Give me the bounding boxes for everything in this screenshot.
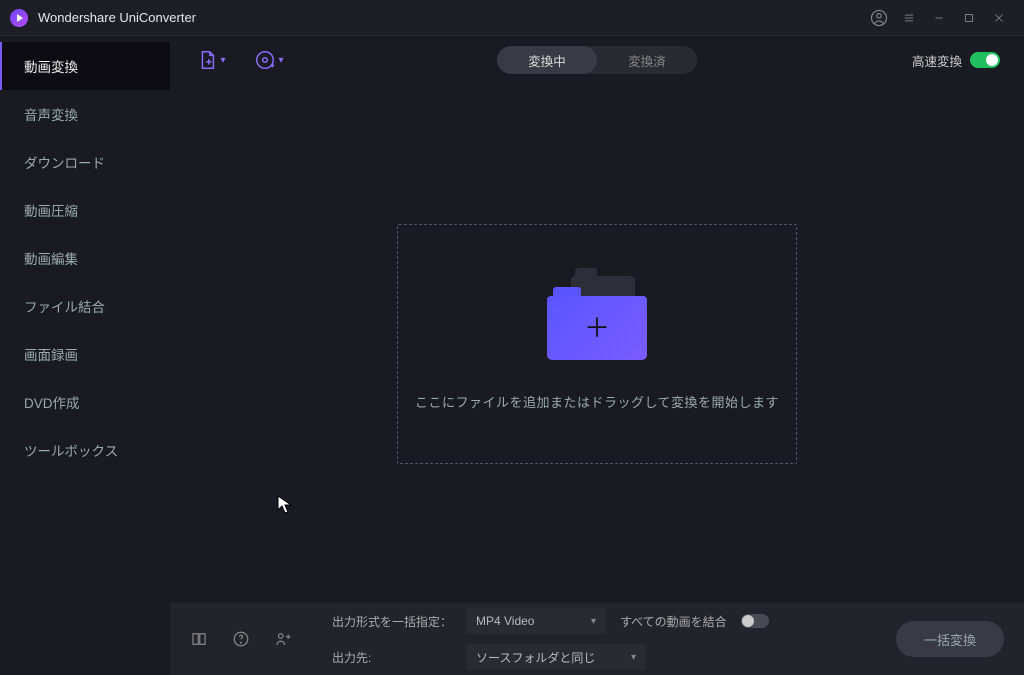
sidebar-item-label: ダウンロード <box>24 152 105 172</box>
sidebar-item-record[interactable]: 画面録画 <box>0 330 170 378</box>
format-dropdown[interactable]: MP4 Video ▾ <box>466 608 606 634</box>
file-dropzone[interactable]: ＋ ここにファイルを追加またはドラッグして変換を開始します <box>397 224 797 464</box>
sidebar-item-label: 音声変換 <box>24 104 78 124</box>
sidebar-item-toolbox[interactable]: ツールボックス <box>0 426 170 474</box>
maximize-button[interactable] <box>954 3 984 33</box>
sidebar: 動画変換 音声変換 ダウンロード 動画圧縮 動画編集 ファイル結合 画面録画 D… <box>0 36 170 675</box>
sidebar-item-label: ファイル結合 <box>24 296 105 316</box>
convert-btn-label: 一括変換 <box>924 630 976 649</box>
sidebar-item-label: ツールボックス <box>24 440 118 460</box>
add-file-icon[interactable]: ▾ <box>194 43 228 77</box>
toolbar: ▾ ▾ 変換中 変換済 高速変換 <box>170 36 1024 84</box>
dest-dropdown[interactable]: ソースフォルダと同じ ▾ <box>466 644 646 670</box>
help-icon[interactable] <box>232 630 250 648</box>
merge-label: すべての動画を結合 <box>620 613 727 630</box>
tab-converting[interactable]: 変換中 <box>497 46 597 74</box>
main-panel: ▾ ▾ 変換中 変換済 高速変換 ＋ ここにファイルを追加またはドラッグして変換… <box>170 36 1024 675</box>
sidebar-item-edit[interactable]: 動画編集 <box>0 234 170 282</box>
chevron-down-icon: ▾ <box>631 652 636 663</box>
dest-label: 出力先: <box>332 649 452 666</box>
tab-label: 変換済 <box>628 51 666 70</box>
dropzone-area: ＋ ここにファイルを追加またはドラッグして変換を開始します <box>170 84 1024 603</box>
format-value: MP4 Video <box>476 614 534 628</box>
app-logo <box>10 9 28 27</box>
sidebar-item-label: 画面録画 <box>24 344 78 364</box>
menu-icon[interactable] <box>894 3 924 33</box>
add-disc-icon[interactable]: ▾ <box>252 43 286 77</box>
bottom-bar: 出力形式を一括指定： MP4 Video ▾ すべての動画を結合 出力先: ソー… <box>170 603 1024 675</box>
convert-all-button[interactable]: 一括変換 <box>896 621 1004 657</box>
tutorial-icon[interactable] <box>190 630 208 648</box>
sidebar-item-audio-convert[interactable]: 音声変換 <box>0 90 170 138</box>
folder-icon: ＋ <box>547 276 647 352</box>
close-button[interactable] <box>984 3 1014 33</box>
tab-converted[interactable]: 変換済 <box>597 46 697 74</box>
chevron-down-icon: ▾ <box>591 616 596 627</box>
feedback-icon[interactable] <box>274 630 292 648</box>
dropzone-text: ここにファイルを追加またはドラッグして変換を開始します <box>415 392 779 411</box>
account-icon[interactable] <box>864 3 894 33</box>
minimize-button[interactable] <box>924 3 954 33</box>
format-label: 出力形式を一括指定： <box>332 613 452 630</box>
sidebar-item-compress[interactable]: 動画圧縮 <box>0 186 170 234</box>
sidebar-item-merge[interactable]: ファイル結合 <box>0 282 170 330</box>
sidebar-item-label: DVD作成 <box>24 392 80 412</box>
sidebar-item-download[interactable]: ダウンロード <box>0 138 170 186</box>
dest-value: ソースフォルダと同じ <box>476 649 595 666</box>
sidebar-item-label: 動画変換 <box>24 56 78 76</box>
speed-label: 高速変換 <box>912 51 962 70</box>
sidebar-item-label: 動画編集 <box>24 248 78 268</box>
status-tabs: 変換中 変換済 <box>497 46 697 74</box>
tab-label: 変換中 <box>528 51 566 70</box>
speed-toggle[interactable] <box>970 52 1000 68</box>
plus-icon: ＋ <box>584 315 610 341</box>
sidebar-item-dvd[interactable]: DVD作成 <box>0 378 170 426</box>
sidebar-item-label: 動画圧縮 <box>24 200 78 220</box>
titlebar: Wondershare UniConverter <box>0 0 1024 36</box>
sidebar-item-video-convert[interactable]: 動画変換 <box>0 42 170 90</box>
app-title: Wondershare UniConverter <box>38 10 196 25</box>
merge-toggle[interactable] <box>741 614 769 628</box>
